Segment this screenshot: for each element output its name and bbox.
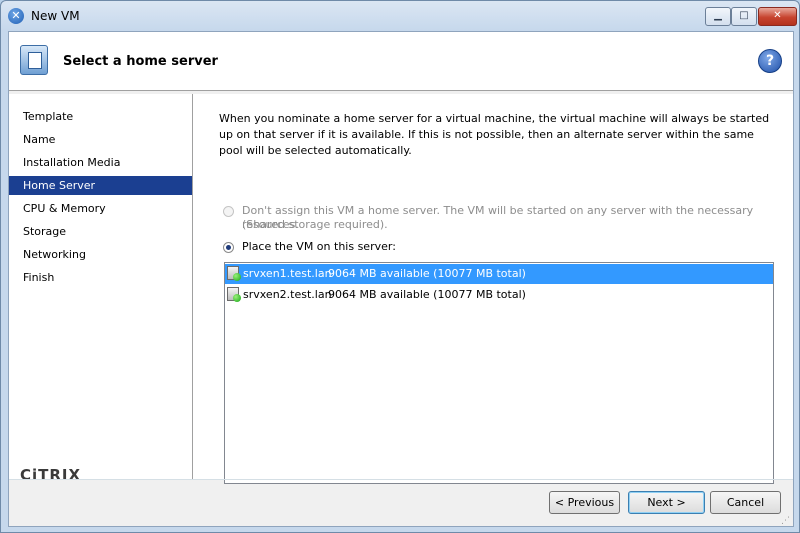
no-home-server-note: (Shared storage required). bbox=[242, 218, 388, 231]
server-name: srvxen2.test.lan bbox=[243, 288, 332, 301]
minimize-button[interactable]: ▁ bbox=[705, 7, 731, 26]
sidebar-item-installation-media[interactable]: Installation Media bbox=[9, 153, 192, 172]
page-title: Select a home server bbox=[63, 54, 218, 69]
sidebar-item-networking[interactable]: Networking bbox=[9, 245, 192, 264]
new-vm-window: ✕ New VM ▁ □ ✕ Select a home server ? Te… bbox=[0, 0, 800, 533]
server-memory-info: 9064 MB available (10077 MB total) bbox=[328, 288, 526, 301]
xencenter-app-icon: ✕ bbox=[8, 8, 24, 24]
sidebar-item-home-server[interactable]: Home Server bbox=[9, 176, 192, 195]
sidebar-item-name[interactable]: Name bbox=[9, 130, 192, 149]
server-row-srvxen1[interactable]: srvxen1.test.lan 9064 MB available (1007… bbox=[225, 264, 773, 284]
server-name: srvxen1.test.lan bbox=[243, 267, 332, 280]
server-online-icon bbox=[227, 287, 241, 302]
sidebar-item-finish[interactable]: Finish bbox=[9, 268, 192, 287]
footer-divider bbox=[9, 479, 793, 480]
sidebar-item-cpu-memory[interactable]: CPU & Memory bbox=[9, 199, 192, 218]
window-title: New VM bbox=[31, 9, 80, 23]
title-bar[interactable]: ✕ New VM ▁ □ ✕ bbox=[1, 1, 799, 31]
help-icon[interactable]: ? bbox=[758, 49, 782, 73]
server-online-icon bbox=[227, 266, 241, 281]
next-button[interactable]: Next > bbox=[628, 491, 705, 514]
server-list[interactable]: srvxen1.test.lan 9064 MB available (1007… bbox=[224, 262, 774, 484]
wizard-header: Select a home server ? bbox=[9, 32, 793, 90]
page-description: When you nominate a home server for a vi… bbox=[219, 112, 770, 157]
sidebar-item-template[interactable]: Template bbox=[9, 107, 192, 126]
server-row-srvxen2[interactable]: srvxen2.test.lan 9064 MB available (1007… bbox=[225, 285, 773, 305]
resize-grip-icon[interactable]: ⋰ bbox=[781, 516, 790, 526]
sidebar-item-storage[interactable]: Storage bbox=[9, 222, 192, 241]
wizard-steps-sidebar: Template Name Installation Media Home Se… bbox=[9, 94, 193, 484]
place-on-server-radio[interactable] bbox=[223, 242, 234, 253]
wizard-client-area: Select a home server ? Template Name Ins… bbox=[8, 31, 794, 527]
close-button[interactable]: ✕ bbox=[758, 7, 797, 26]
citrix-logo: CiTRIX bbox=[20, 466, 82, 484]
no-home-server-radio[interactable] bbox=[223, 206, 234, 217]
header-divider bbox=[9, 90, 793, 91]
previous-button[interactable]: < Previous bbox=[549, 491, 620, 514]
server-memory-info: 9064 MB available (10077 MB total) bbox=[328, 267, 526, 280]
place-on-server-label: Place the VM on this server: bbox=[242, 240, 396, 253]
home-server-page: When you nominate a home server for a vi… bbox=[193, 94, 793, 484]
new-vm-wizard-icon bbox=[20, 45, 48, 75]
cancel-button[interactable]: Cancel bbox=[710, 491, 781, 514]
maximize-button[interactable]: □ bbox=[731, 7, 757, 26]
